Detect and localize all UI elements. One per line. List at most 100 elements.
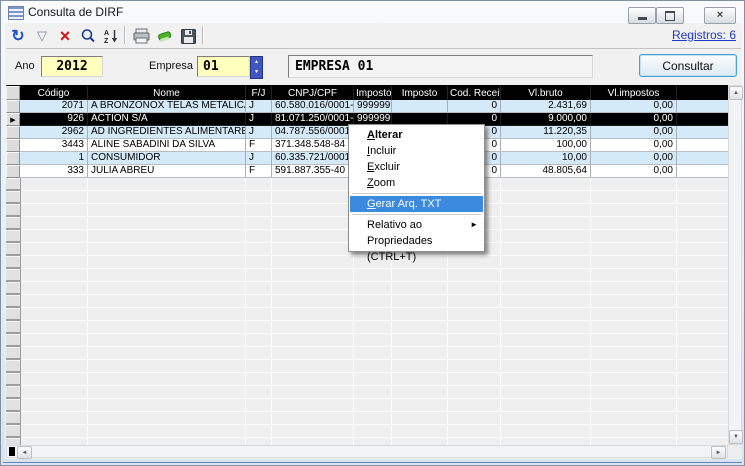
cell-vl-bruto[interactable]: 2.431,69 <box>501 100 591 113</box>
vertical-scrollbar[interactable]: ▲ ▼ <box>728 85 742 445</box>
scroll-left-button[interactable]: ◄ <box>17 446 32 459</box>
close-button[interactable]: × <box>704 7 736 24</box>
row-selector[interactable] <box>6 139 20 152</box>
submenu-arrow-icon: ► <box>470 217 478 233</box>
toolbar-divider <box>6 48 741 49</box>
row-selector[interactable] <box>6 126 20 139</box>
cell-fj[interactable]: J <box>246 113 272 126</box>
consultar-label: Consultar <box>662 59 713 73</box>
cell-codigo[interactable]: 333 <box>20 165 88 178</box>
save-icon[interactable] <box>179 27 197 45</box>
cell-fj[interactable]: F <box>246 139 272 152</box>
filter-icon[interactable]: ▽ <box>33 27 51 45</box>
selector-header <box>6 86 20 100</box>
cell-cod-receita[interactable]: 0 <box>448 100 501 113</box>
cell-codigo[interactable]: 1 <box>20 152 88 165</box>
cell-cnpj[interactable]: 591.887.355-40 <box>272 165 354 178</box>
cell-nome[interactable]: ACTION S/A <box>88 113 246 126</box>
row-pointer-icon: ▶ <box>10 116 15 124</box>
svg-text:A: A <box>104 30 109 37</box>
table-row[interactable]: 2071 A BRONZONOX TELAS METALICAS J 60.58… <box>6 100 728 113</box>
menu-item-relativo-ao[interactable]: Relativo ao► <box>350 217 483 233</box>
menu-item-propriedades[interactable]: Propriedades (CTRL+T) <box>350 233 483 249</box>
scroll-up-button[interactable]: ▲ <box>729 86 743 100</box>
app-icon[interactable] <box>8 6 24 20</box>
cell-nome[interactable]: ALINE SABADINI DA SILVA <box>88 139 246 152</box>
col-header-cod-receita[interactable]: Cod. Receita <box>448 86 501 100</box>
cell-imposto[interactable]: 9999999 <box>354 100 392 113</box>
col-header-codigo[interactable]: Código <box>20 86 88 100</box>
cell-vl-bruto[interactable]: 11.220,35 <box>501 126 591 139</box>
cell-fj[interactable]: F <box>246 165 272 178</box>
registros-link[interactable]: Registros: 6 <box>672 28 736 42</box>
cell-cnpj[interactable]: 81.071.250/0001- <box>272 113 354 126</box>
menu-item-gerar-arq-txt[interactable]: Gerar Arq. TXT <box>350 196 483 212</box>
cell-vl-bruto[interactable]: 100,00 <box>501 139 591 152</box>
cell-vl-impostos[interactable]: 0,00 <box>591 126 677 139</box>
col-header-fj[interactable]: F/J <box>246 86 272 100</box>
minimize-button[interactable] <box>628 7 656 24</box>
menu-item-incluir[interactable]: Incluir <box>350 143 483 159</box>
grid-header-row: Código Nome F/J CNPJ/CPF Imposto Imposto… <box>6 85 728 100</box>
col-header-imposto[interactable]: Imposto <box>354 86 392 100</box>
scroll-down-button[interactable]: ▼ <box>729 430 743 444</box>
refresh-icon[interactable]: ↻ <box>9 27 27 45</box>
sort-icon[interactable]: AZ <box>102 27 120 45</box>
maximize-button[interactable] <box>656 7 684 24</box>
menu-item-zoom[interactable]: Zoom <box>350 175 483 191</box>
cell-nome[interactable]: A BRONZONOX TELAS METALICAS <box>88 100 246 113</box>
col-header-imposto-2[interactable]: Imposto <box>392 86 448 100</box>
ano-input[interactable] <box>41 56 103 77</box>
menu-item-alterar[interactable]: Alterar <box>350 127 483 143</box>
cell-vl-bruto[interactable]: 9.000,00 <box>501 113 591 126</box>
cell-vl-bruto[interactable]: 10,00 <box>501 152 591 165</box>
spinner-down-icon[interactable]: ▼ <box>254 70 259 75</box>
row-selector-current[interactable]: ▶ <box>6 113 20 126</box>
spinner-up-icon[interactable]: ▲ <box>254 60 259 65</box>
ano-label: Ano <box>15 60 35 72</box>
cell-fj[interactable]: J <box>246 152 272 165</box>
col-header-cnpj[interactable]: CNPJ/CPF <box>272 86 354 100</box>
toolbar-separator <box>124 26 125 44</box>
cell-fj[interactable]: J <box>246 100 272 113</box>
cell-codigo[interactable]: 2962 <box>20 126 88 139</box>
empresa-spinner[interactable]: ▲ ▼ <box>250 56 263 79</box>
cell-vl-bruto[interactable]: 48.805,64 <box>501 165 591 178</box>
col-header-vl-bruto[interactable]: Vl.bruto <box>501 86 591 100</box>
cell-cnpj[interactable]: 60.335.721/0001 <box>272 152 354 165</box>
menu-item-excluir[interactable]: Excluir <box>350 159 483 175</box>
cell-vl-impostos[interactable]: 0,00 <box>591 113 677 126</box>
cell-vl-impostos[interactable]: 0,00 <box>591 165 677 178</box>
export-icon[interactable] <box>156 27 174 45</box>
empresa-name-field[interactable]: EMPRESA 01 <box>288 55 593 78</box>
row-selector[interactable] <box>6 100 20 113</box>
cell-extra <box>677 113 728 126</box>
scroll-right-button[interactable]: ► <box>711 446 726 459</box>
cell-nome[interactable]: AD INGREDIENTES ALIMENTARES <box>88 126 246 139</box>
print-icon[interactable] <box>132 27 150 45</box>
clear-filter-icon[interactable]: × <box>56 27 74 45</box>
cell-nome[interactable]: JÚLIA ABREU <box>88 165 246 178</box>
col-header-vl-impostos[interactable]: Vl.impostos <box>591 86 677 100</box>
find-icon[interactable] <box>79 27 97 45</box>
row-selector[interactable] <box>6 152 20 165</box>
cell-fj[interactable]: J <box>246 126 272 139</box>
cell-nome[interactable]: CONSUMIDOR <box>88 152 246 165</box>
cell-codigo[interactable]: 3443 <box>20 139 88 152</box>
horizontal-scrollbar[interactable]: ◄ ► <box>6 445 728 458</box>
col-header-nome[interactable]: Nome <box>88 86 246 100</box>
cell-vl-impostos[interactable]: 0,00 <box>591 152 677 165</box>
row-selector[interactable] <box>6 165 20 178</box>
empresa-input[interactable] <box>197 56 250 77</box>
cell-cnpj[interactable]: 60.580.016/0001- <box>272 100 354 113</box>
cell-cnpj[interactable]: 371.348.548-84 <box>272 139 354 152</box>
cell-cnpj[interactable]: 04.787.556/0001 <box>272 126 354 139</box>
cell-codigo[interactable]: 2071 <box>20 100 88 113</box>
cell-vl-impostos[interactable]: 0,00 <box>591 139 677 152</box>
cell-codigo[interactable]: 926 <box>20 113 88 126</box>
cell-extra <box>677 126 728 139</box>
consultar-button[interactable]: Consultar <box>639 54 737 77</box>
hscroll-thumb[interactable] <box>9 447 15 456</box>
cell-vl-impostos[interactable]: 0,00 <box>591 100 677 113</box>
cell-imposto-2[interactable] <box>392 100 448 113</box>
